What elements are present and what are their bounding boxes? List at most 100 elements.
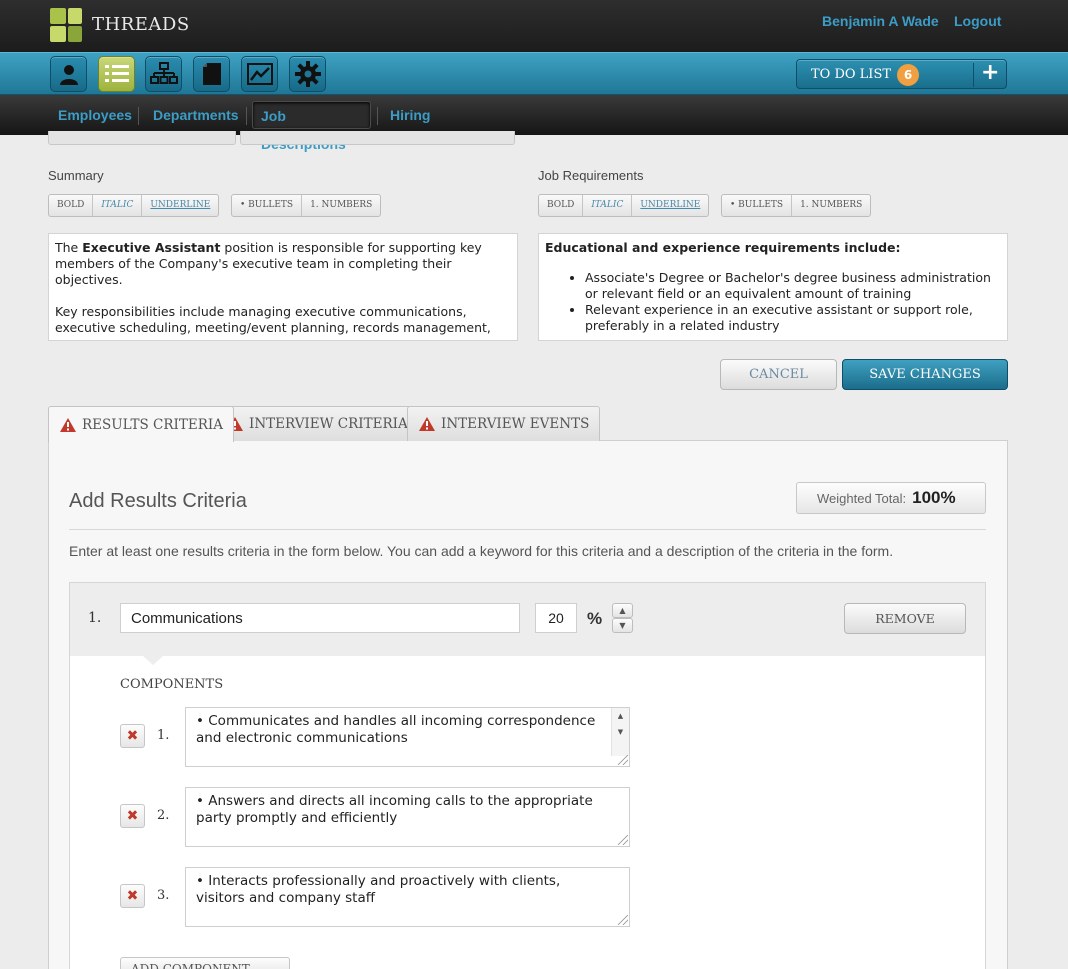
people-button[interactable] <box>50 56 87 92</box>
requirements-heading: Educational and experience requirements … <box>545 240 901 255</box>
tab-label: RESULTS CRITERIA <box>82 416 223 433</box>
cancel-button[interactable]: CANCEL <box>720 359 837 390</box>
summary-editor[interactable]: The Executive Assistant position is resp… <box>48 233 518 341</box>
summary-label: Summary <box>48 168 104 183</box>
subnav-departments[interactable]: Departments <box>145 101 247 129</box>
scrolled-field[interactable] <box>48 131 236 145</box>
resize-handle-icon[interactable] <box>618 915 628 925</box>
warning-icon <box>419 417 435 431</box>
logout-link[interactable]: Logout <box>954 13 1001 29</box>
instructions-text: Enter at least one results criteria in t… <box>69 543 894 559</box>
main-toolbar: TO DO LIST 6 + <box>0 52 1068 95</box>
subnav-hiring[interactable]: Hiring <box>382 101 438 129</box>
subnav-job-descriptions[interactable]: Job Descriptions <box>252 101 371 152</box>
chart-icon <box>246 63 273 85</box>
reports-button[interactable] <box>241 56 278 92</box>
scroll-down-icon[interactable]: ▼ <box>612 724 629 740</box>
list-button[interactable] <box>98 56 135 92</box>
app-name: THREADS <box>92 14 190 35</box>
delete-component-button[interactable]: ✖ <box>120 884 145 908</box>
todo-divider <box>973 63 974 87</box>
criteria-name-input[interactable] <box>120 603 520 633</box>
delete-component-button[interactable]: ✖ <box>120 724 145 748</box>
increment-button[interactable]: ▲ <box>612 603 633 618</box>
requirements-format-group: BOLD ITALIC UNDERLINE <box>538 194 710 217</box>
document-icon <box>202 63 221 85</box>
list-item: Associate's Degree or Bachelor's degree … <box>585 270 1001 302</box>
page-title: Add Results Criteria <box>69 490 247 512</box>
component-number: 2. <box>157 808 170 823</box>
component-number: 1. <box>157 728 170 743</box>
tab-label: INTERVIEW EVENTS <box>441 416 590 432</box>
bullets-button[interactable]: • BULLETS <box>722 195 793 216</box>
bullets-button[interactable]: • BULLETS <box>232 195 303 216</box>
resize-handle-icon[interactable] <box>618 755 628 765</box>
component-text: • Answers and directs all incoming calls… <box>196 793 593 826</box>
requirements-label: Job Requirements <box>538 168 644 183</box>
summary-list-group: • BULLETS 1. NUMBERS <box>231 194 382 217</box>
scrollbar[interactable]: ▲ ▼ <box>611 708 629 756</box>
component-number: 3. <box>157 888 170 903</box>
underline-button[interactable]: UNDERLINE <box>632 195 708 216</box>
summary-format-group: BOLD ITALIC UNDERLINE <box>48 194 220 217</box>
todo-label: TO DO LIST <box>811 67 892 82</box>
add-component-button[interactable]: ADD COMPONENT <box>120 957 290 969</box>
documents-button[interactable] <box>193 56 230 92</box>
criteria-percent-input[interactable] <box>535 603 577 633</box>
scroll-up-icon[interactable]: ▲ <box>612 708 629 724</box>
component-textarea[interactable]: • Communicates and handles all incoming … <box>185 707 630 767</box>
threads-logo-icon <box>50 8 84 44</box>
subnav-employees[interactable]: Employees <box>50 101 140 129</box>
warning-icon <box>60 417 76 432</box>
numbers-button[interactable]: 1. NUMBERS <box>302 195 380 216</box>
top-bar: THREADS Benjamin A Wade Logout <box>0 0 1068 52</box>
save-changes-button[interactable]: SAVE CHANGES <box>842 359 1008 390</box>
org-chart-icon <box>149 62 178 84</box>
list-item: Relevant experience in an executive assi… <box>585 302 1001 334</box>
component-textarea[interactable]: • Answers and directs all incoming calls… <box>185 787 630 847</box>
tab-interview-criteria[interactable]: INTERVIEW CRITERIA <box>215 406 419 441</box>
components-label: COMPONENTS <box>120 677 224 692</box>
subnav-divider <box>246 107 247 125</box>
requirements-editor[interactable]: Educational and experience requirements … <box>538 233 1008 341</box>
criteria-number: 1. <box>88 610 102 626</box>
subnav-divider <box>377 107 378 125</box>
criteria-pointer <box>143 656 163 665</box>
percent-sign: % <box>587 609 603 628</box>
gear-icon <box>294 61 321 87</box>
requirements-list: Associate's Degree or Bachelor's degree … <box>585 270 1001 334</box>
underline-button[interactable]: UNDERLINE <box>142 195 218 216</box>
component-textarea[interactable]: • Interacts professionally and proactive… <box>185 867 630 927</box>
italic-button[interactable]: ITALIC <box>93 195 143 216</box>
bold-button[interactable]: BOLD <box>49 195 94 216</box>
weighted-total-label: Weighted Total: <box>817 490 907 506</box>
delete-component-button[interactable]: ✖ <box>120 804 145 828</box>
italic-button[interactable]: ITALIC <box>583 195 633 216</box>
remove-criteria-button[interactable]: REMOVE <box>844 603 966 634</box>
todo-count-badge: 6 <box>897 64 919 86</box>
user-profile-link[interactable]: Benjamin A Wade <box>822 13 939 29</box>
subnav-divider <box>138 107 139 125</box>
chevron-down-icon: ▼ <box>619 621 626 630</box>
weighted-total-value: 100% <box>912 488 956 507</box>
scrolled-field[interactable] <box>240 131 515 145</box>
close-icon: ✖ <box>126 808 139 824</box>
component-text: • Communicates and handles all incoming … <box>196 713 596 746</box>
weighted-total-box: Weighted Total: 100% <box>796 482 986 514</box>
settings-button[interactable] <box>289 56 326 92</box>
decrement-button[interactable]: ▼ <box>612 618 633 633</box>
todo-list-button[interactable]: TO DO LIST 6 + <box>796 59 1007 89</box>
org-chart-button[interactable] <box>145 56 182 92</box>
bold-button[interactable]: BOLD <box>539 195 584 216</box>
percent-stepper: ▲ ▼ <box>612 603 633 633</box>
add-todo-icon[interactable]: + <box>981 60 999 85</box>
sub-navigation: Employees Departments Job Descriptions H… <box>0 95 1068 152</box>
tab-interview-events[interactable]: INTERVIEW EVENTS <box>407 406 601 441</box>
tab-results-criteria[interactable]: RESULTS CRITERIA <box>48 406 234 442</box>
tab-label: INTERVIEW CRITERIA <box>249 416 408 432</box>
resize-handle-icon[interactable] <box>618 835 628 845</box>
numbers-button[interactable]: 1. NUMBERS <box>792 195 870 216</box>
requirements-list-group: • BULLETS 1. NUMBERS <box>721 194 872 217</box>
close-icon: ✖ <box>126 888 139 904</box>
summary-paragraph: Key responsibilities include managing ex… <box>55 304 491 335</box>
